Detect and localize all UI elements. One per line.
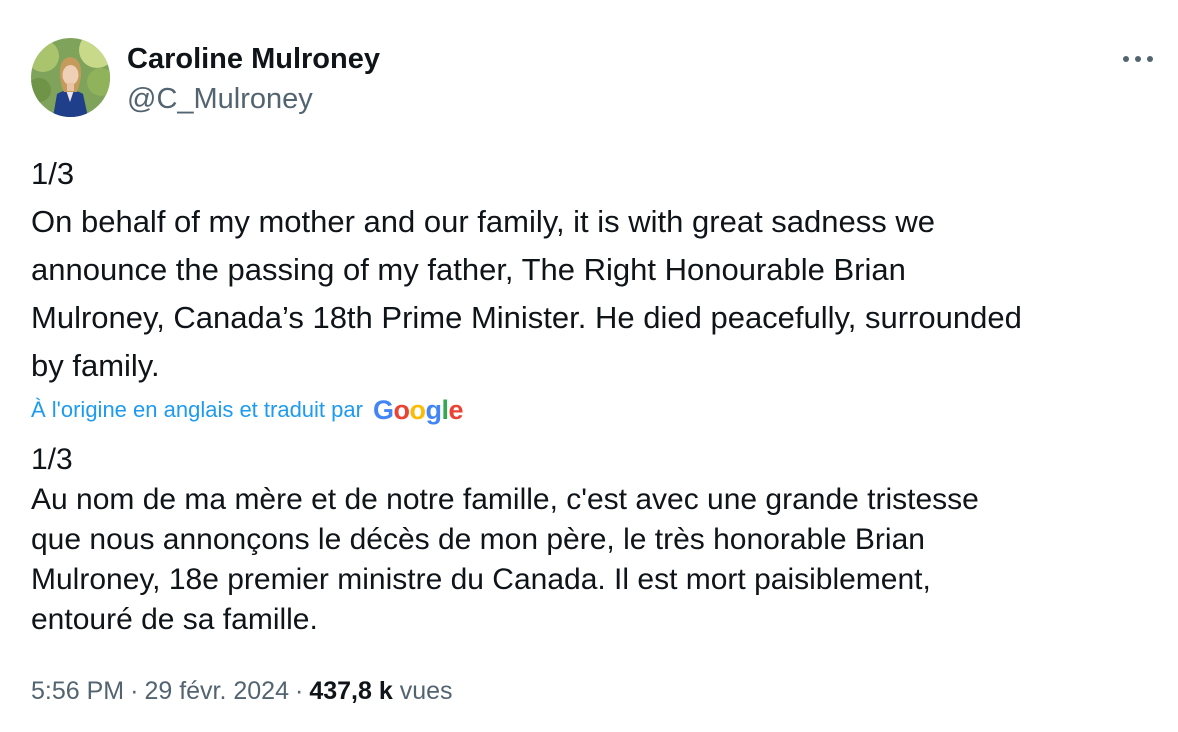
tweet-original-text: 1/3 On behalf of my mother and our famil…: [31, 150, 1166, 390]
avatar-photo: [31, 38, 110, 117]
translated-line: Au nom de ma mère et de notre famille, c…: [31, 483, 979, 516]
original-line: On behalf of my mother and our family, i…: [31, 204, 935, 239]
avatar[interactable]: [31, 38, 110, 117]
original-line: by family.: [31, 348, 160, 383]
author-display-name[interactable]: Caroline Mulroney: [127, 42, 380, 76]
tweet-translated-text: 1/3 Au nom de ma mère et de notre famill…: [31, 440, 1166, 640]
original-line: 1/3: [31, 156, 75, 191]
tweet-views-link[interactable]: 437,8 k vues: [309, 677, 452, 705]
tweet-date: 29 févr. 2024: [144, 677, 289, 705]
original-line: announce the passing of my father, The R…: [31, 252, 906, 287]
translated-line: 1/3: [31, 443, 73, 476]
tweet-time: 5:56 PM: [31, 677, 125, 705]
original-line: Mulroney, Canada’s 18th Prime Minister. …: [31, 300, 1022, 335]
tweet-meta: 5:56 PM · 29 févr. 2024 · 437,8 k vues: [31, 674, 453, 708]
tweet-timestamp-link[interactable]: 5:56 PM · 29 févr. 2024: [31, 677, 289, 705]
translated-line: que nous annonçons le décès de mon père,…: [31, 523, 925, 556]
separator: ·: [295, 677, 304, 705]
translated-line: entouré de sa famille.: [31, 603, 318, 636]
translation-attribution: À l'origine en anglais et traduit par Go…: [31, 392, 464, 428]
views-label: vues: [399, 677, 453, 705]
author-handle[interactable]: @C_Mulroney: [127, 82, 313, 116]
views-count: 437,8 k: [309, 677, 393, 705]
google-logo: Google: [372, 395, 464, 425]
more-options-button[interactable]: [1118, 46, 1158, 72]
translation-info-link[interactable]: À l'origine en anglais et traduit par: [31, 397, 363, 423]
separator: ·: [130, 677, 139, 705]
tweet: Caroline Mulroney @C_Mulroney 1/3 On beh…: [0, 0, 1178, 732]
translated-line: Mulroney, 18e premier ministre du Canada…: [31, 563, 931, 596]
more-horizontal-icon: [1123, 56, 1153, 62]
